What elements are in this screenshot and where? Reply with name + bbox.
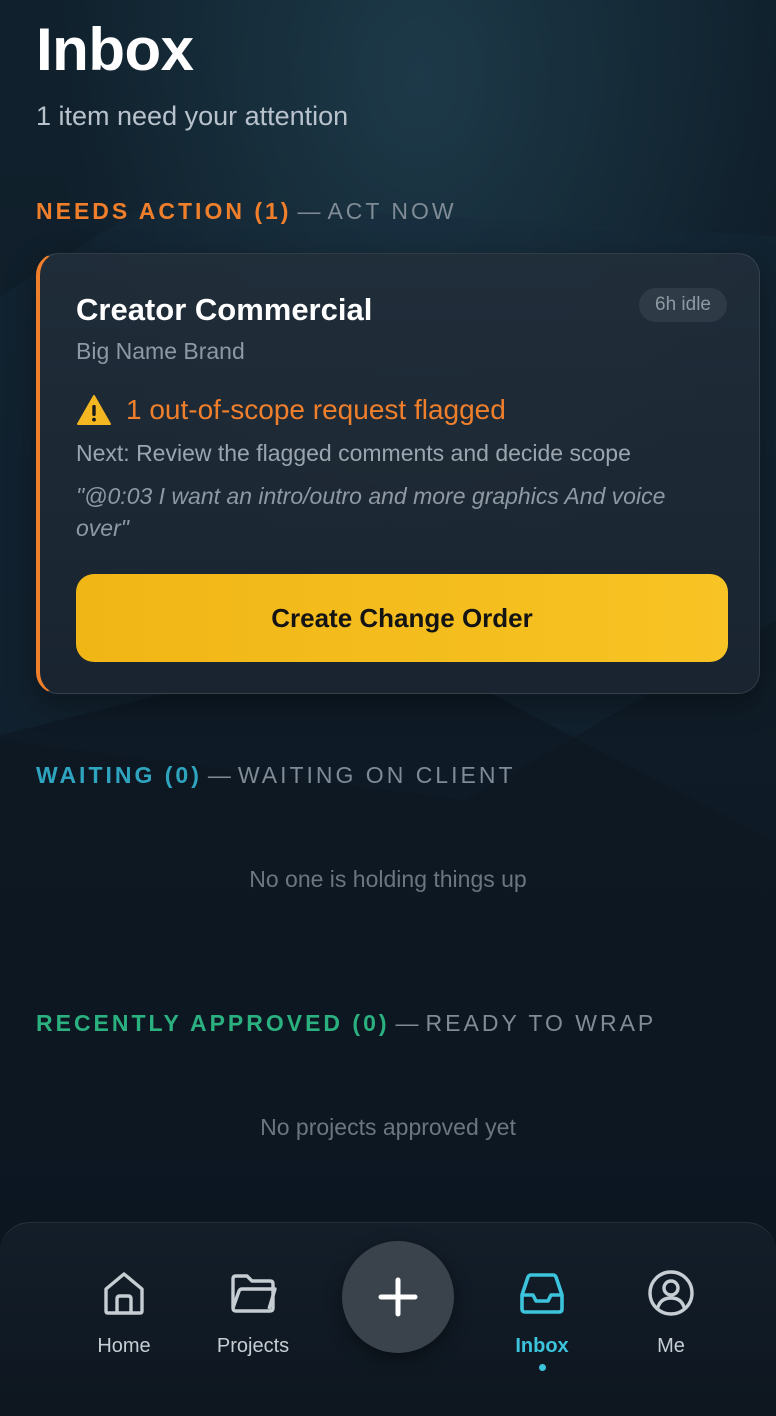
section-separator: — [207, 762, 232, 788]
section-waiting-hint: WAITING ON CLIENT [237, 762, 516, 788]
project-card[interactable]: Creator Commercial Big Name Brand 6h idl… [36, 253, 760, 694]
section-waiting-label: WAITING (0) [36, 762, 202, 788]
home-icon [104, 1272, 144, 1315]
inbox-icon [520, 1273, 564, 1314]
folder-icon [231, 1274, 277, 1313]
section-waiting-header: WAITING (0) — WAITING ON CLIENT [36, 762, 516, 789]
inbox-screen: Inbox 1 item need your attention NEEDS A… [0, 0, 776, 1416]
tab-me[interactable]: Me [611, 1267, 731, 1358]
flag-row: 1 out-of-scope request flagged [76, 394, 506, 426]
user-icon [648, 1270, 694, 1316]
tab-inbox[interactable]: Inbox [482, 1267, 602, 1371]
section-approved-label: RECENTLY APPROVED (0) [36, 1010, 390, 1036]
section-approved-header: RECENTLY APPROVED (0) — READY TO WRAP [36, 1010, 656, 1037]
bottom-tab-bar: Home Projects Inbox Me [0, 1222, 776, 1416]
tab-projects-label: Projects [216, 1335, 290, 1357]
page-title: Inbox [36, 16, 194, 83]
active-tab-indicator [538, 1364, 546, 1371]
flagged-comment-quote: "@0:03 I want an intro/outro and more gr… [76, 483, 666, 541]
project-title: Creator Commercial [76, 292, 373, 327]
section-needs-action-header: NEEDS ACTION (1) — ACT NOW [36, 198, 457, 225]
tab-me-label: Me [657, 1335, 685, 1357]
tab-home[interactable]: Home [64, 1267, 184, 1358]
add-project-button[interactable] [342, 1241, 454, 1353]
section-separator: — [297, 198, 322, 224]
section-separator: — [395, 1010, 420, 1036]
section-needs-action-hint: ACT NOW [327, 198, 457, 224]
tab-home-label: Home [97, 1335, 151, 1357]
next-step-text: Next: Review the flagged comments and de… [76, 440, 631, 466]
create-change-order-button[interactable]: Create Change Order [76, 574, 728, 662]
section-approved-hint: READY TO WRAP [425, 1010, 657, 1036]
warning-icon [77, 395, 111, 425]
approved-empty-state: No projects approved yet [260, 1114, 516, 1140]
section-needs-action-label: NEEDS ACTION (1) [36, 198, 292, 224]
plus-icon [378, 1277, 418, 1317]
page-header: Inbox 1 item need your attention [36, 18, 348, 132]
page-subtitle: 1 item need your attention [36, 101, 349, 131]
idle-badge: 6h idle [639, 288, 727, 322]
flag-text: 1 out-of-scope request flagged [126, 394, 506, 425]
tab-projects[interactable]: Projects [193, 1267, 313, 1358]
tab-inbox-label: Inbox [515, 1335, 569, 1357]
waiting-empty-state: No one is holding things up [249, 866, 527, 892]
background-shape [0, 650, 776, 1290]
project-client: Big Name Brand [76, 338, 245, 364]
